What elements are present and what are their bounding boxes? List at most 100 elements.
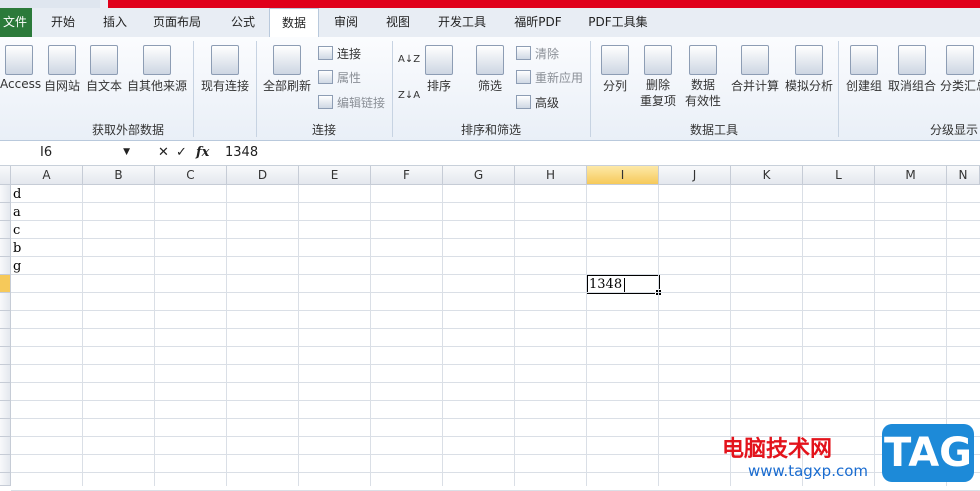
- grid-row-line: [11, 238, 980, 239]
- chevron-down-icon[interactable]: ▼: [123, 143, 130, 162]
- text-to-columns-icon: [601, 45, 629, 75]
- title-bar: [0, 0, 980, 8]
- from-other-sources-button[interactable]: 自其他来源: [126, 45, 188, 94]
- tab-insert[interactable]: 插入: [100, 8, 130, 37]
- row-header[interactable]: [0, 275, 11, 293]
- from-text-button[interactable]: 自文本: [84, 45, 124, 94]
- name-box[interactable]: I6 ▼: [0, 143, 134, 162]
- column-header-h[interactable]: H: [515, 166, 587, 185]
- column-header-c[interactable]: C: [155, 166, 227, 185]
- row-header[interactable]: [0, 437, 11, 455]
- watermark-logo: TAG: [882, 424, 974, 482]
- group-button[interactable]: 创建组: [844, 45, 884, 94]
- edit-links-button[interactable]: 编辑链接: [318, 94, 385, 112]
- row-header[interactable]: [0, 329, 11, 347]
- row-header[interactable]: [0, 365, 11, 383]
- watermark-text: 电脑技术网: [722, 437, 833, 462]
- column-header-i[interactable]: I: [587, 166, 659, 185]
- filter-button[interactable]: 筛选: [472, 45, 508, 94]
- tab-foxit-pdf[interactable]: 福昕PDF: [512, 8, 564, 37]
- what-if-analysis-button[interactable]: 模拟分析: [784, 45, 834, 94]
- access-icon: [5, 45, 33, 75]
- sort-descending-button[interactable]: Z↓A: [398, 87, 420, 105]
- grid-row-line: [11, 292, 980, 293]
- row-header[interactable]: [0, 455, 11, 473]
- grid-row-line: [11, 436, 980, 437]
- formula-input[interactable]: 1348: [225, 143, 258, 162]
- column-header-l[interactable]: L: [803, 166, 875, 185]
- web-icon: [48, 45, 76, 75]
- row-header[interactable]: [0, 257, 11, 275]
- row-header[interactable]: [0, 419, 11, 437]
- grid-column-line: [370, 185, 371, 486]
- sort-button[interactable]: 排序: [422, 45, 456, 94]
- row-header[interactable]: [0, 347, 11, 365]
- tab-review[interactable]: 审阅: [331, 8, 361, 37]
- column-header-a[interactable]: A: [11, 166, 83, 185]
- column-header-g[interactable]: G: [443, 166, 515, 185]
- group-label-connections: 连接: [311, 123, 336, 137]
- group-label-outline: 分级显示: [930, 123, 979, 137]
- connections-button[interactable]: 连接: [318, 45, 361, 63]
- worksheet-grid[interactable]: d a c b g 1348: [11, 185, 980, 491]
- column-header-d[interactable]: D: [227, 166, 299, 185]
- row-header[interactable]: [0, 293, 11, 311]
- column-header-f[interactable]: F: [371, 166, 443, 185]
- reapply-button[interactable]: 重新应用: [516, 69, 583, 87]
- row-header[interactable]: [0, 383, 11, 401]
- tab-page-layout[interactable]: 页面布局: [150, 8, 204, 37]
- select-all-corner[interactable]: [0, 166, 11, 185]
- tab-developer[interactable]: 开发工具: [434, 8, 490, 37]
- row-header[interactable]: [0, 185, 11, 203]
- sort-ascending-button[interactable]: A↓Z: [398, 51, 420, 69]
- clear-filter-button[interactable]: 清除: [516, 45, 559, 63]
- data-validation-button[interactable]: 数据 有效性: [680, 45, 726, 109]
- subtotal-button[interactable]: 分类汇总: [940, 45, 980, 94]
- group-separator: [838, 41, 839, 137]
- refresh-all-button[interactable]: 全部刷新: [260, 45, 314, 94]
- row-header[interactable]: [0, 473, 11, 486]
- tab-file[interactable]: 文件: [0, 8, 32, 37]
- grid-row-line: [11, 274, 980, 275]
- row-header[interactable]: [0, 311, 11, 329]
- tab-pdf-tools[interactable]: PDF工具集: [585, 8, 651, 37]
- column-header-b[interactable]: B: [83, 166, 155, 185]
- grid-row-line: [11, 400, 980, 401]
- row-header[interactable]: [0, 221, 11, 239]
- sort-az-icon: A↓Z: [398, 54, 421, 65]
- text-to-columns-button[interactable]: 分列: [598, 45, 632, 94]
- tab-view[interactable]: 视图: [383, 8, 413, 37]
- funnel-icon: [476, 45, 504, 75]
- text-caret: [624, 278, 625, 292]
- quick-access-toolbar[interactable]: [0, 0, 100, 8]
- insert-function-icon[interactable]: fx: [196, 143, 209, 162]
- grid-row-line: [11, 346, 980, 347]
- enter-icon[interactable]: ✓: [176, 143, 187, 162]
- column-header-k[interactable]: K: [731, 166, 803, 185]
- properties-button[interactable]: 属性: [318, 69, 361, 87]
- column-header-e[interactable]: E: [299, 166, 371, 185]
- active-cell-i6[interactable]: 1348: [586, 274, 662, 296]
- tab-formulas[interactable]: 公式: [228, 8, 258, 37]
- from-access-button[interactable]: Access: [0, 45, 41, 91]
- from-web-button[interactable]: 自网站: [42, 45, 82, 94]
- row-header[interactable]: [0, 203, 11, 221]
- row-header[interactable]: [0, 401, 11, 419]
- row-header[interactable]: [0, 239, 11, 257]
- data-validation-icon: [689, 45, 717, 75]
- column-header-j[interactable]: J: [659, 166, 731, 185]
- grid-row-line: [11, 220, 980, 221]
- column-header-m[interactable]: M: [875, 166, 947, 185]
- grid-column-line: [82, 185, 83, 486]
- column-header-n[interactable]: N: [947, 166, 980, 185]
- cancel-icon[interactable]: ✕: [158, 143, 169, 162]
- consolidate-button[interactable]: 合并计算: [730, 45, 780, 94]
- existing-connections-button[interactable]: 现有连接: [198, 45, 252, 94]
- tab-data[interactable]: 数据: [269, 8, 319, 38]
- tab-home[interactable]: 开始: [48, 8, 78, 37]
- advanced-filter-button[interactable]: 高级: [516, 94, 559, 112]
- ungroup-button[interactable]: 取消组合: [886, 45, 938, 94]
- remove-duplicates-button[interactable]: 删除 重复项: [638, 45, 678, 109]
- what-if-icon: [795, 45, 823, 75]
- grid-row-line: [11, 256, 980, 257]
